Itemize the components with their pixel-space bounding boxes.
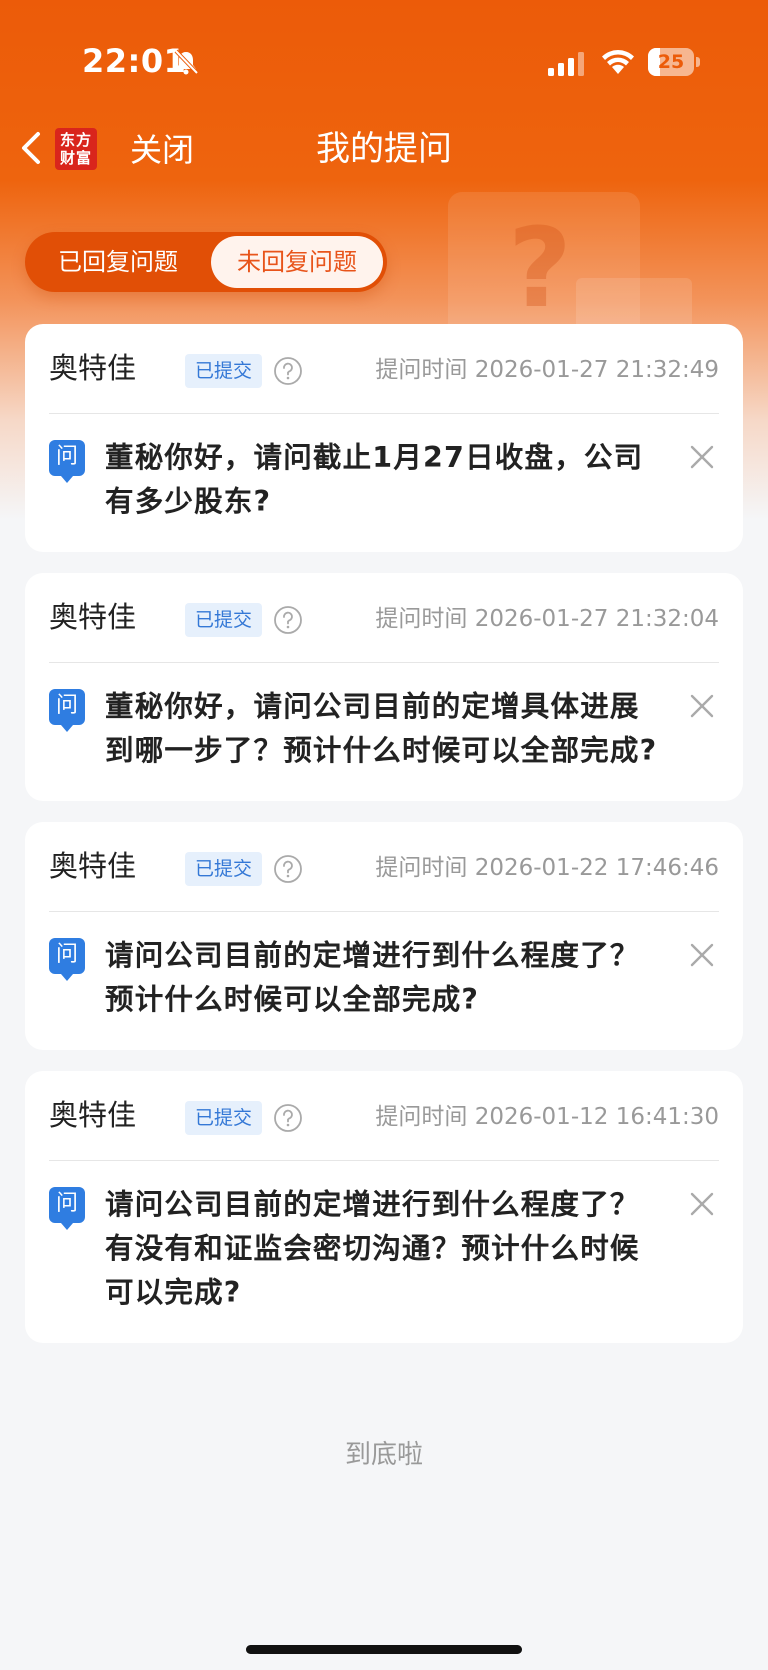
question-time: 提问时间 2026-01-27 21:32:04 <box>375 606 719 632</box>
help-circle-icon[interactable] <box>273 1103 303 1133</box>
company-name: 奥特佳 <box>49 849 137 883</box>
bell-muted-icon <box>174 49 199 75</box>
question-card: 奥特佳 已提交 提问时间 2026-01-22 17:46:46 问 请问公司目… <box>25 822 743 1050</box>
status-badge: 已提交 <box>185 1101 263 1135</box>
question-text: 董秘你好，请问公司目前的定增具体进展到哪一步了？预计什么时候可以全部完成? <box>105 690 658 767</box>
help-circle-icon[interactable] <box>273 854 303 884</box>
company-name: 奥特佳 <box>49 351 137 385</box>
question-time: 提问时间 2026-01-22 17:46:46 <box>375 855 719 881</box>
question-card: 奥特佳 已提交 提问时间 2026-01-27 21:32:04 问 董秘你好，… <box>25 573 743 801</box>
question-card-header: 奥特佳 已提交 提问时间 2026-01-27 21:32:04 <box>49 573 719 663</box>
wifi-icon <box>602 50 634 74</box>
question-time: 提问时间 2026-01-27 21:32:49 <box>375 357 719 383</box>
question-icon: 问 <box>49 689 85 732</box>
status-badge: 已提交 <box>185 603 263 637</box>
close-icon[interactable] <box>689 1191 715 1217</box>
company-name: 奥特佳 <box>49 1098 137 1132</box>
question-text: 请问公司目前的定增进行到什么程度了？预计什么时候可以全部完成? <box>105 939 640 1016</box>
home-indicator[interactable] <box>246 1645 522 1654</box>
question-body: 问 请问公司目前的定增进行到什么程度了？有没有和证监会密切沟通？预计什么时候可以… <box>49 1161 719 1343</box>
close-icon[interactable] <box>689 444 715 470</box>
tab-unreplied-questions[interactable]: 未回复问题 <box>211 236 383 288</box>
company-name: 奥特佳 <box>49 600 137 634</box>
question-card: 奥特佳 已提交 提问时间 2026-01-27 21:32:49 问 董秘你好，… <box>25 324 743 552</box>
question-text: 董秘你好，请问截止1月27日收盘，公司有多少股东? <box>105 441 644 518</box>
status-badge: 已提交 <box>185 852 263 886</box>
question-card: 奥特佳 已提交 提问时间 2026-01-12 16:41:30 问 请问公司目… <box>25 1071 743 1343</box>
close-icon[interactable] <box>689 942 715 968</box>
tab-replied-questions[interactable]: 已回复问题 <box>25 232 211 292</box>
question-icon: 问 <box>49 938 85 981</box>
question-icon: 问 <box>49 440 85 483</box>
end-of-list-text: 到底啦 <box>344 1440 423 1470</box>
help-circle-icon[interactable] <box>273 356 303 386</box>
battery-percentage: 25 <box>657 51 685 73</box>
status-badge: 已提交 <box>185 354 263 388</box>
status-time: 22:01 <box>82 42 187 80</box>
question-body: 问 请问公司目前的定增进行到什么程度了？预计什么时候可以全部完成? <box>49 912 719 1050</box>
question-card-header: 奥特佳 已提交 提问时间 2026-01-12 16:41:30 <box>49 1071 719 1161</box>
page-title: 我的提问 <box>316 129 452 169</box>
help-circle-icon[interactable] <box>273 605 303 635</box>
question-card-header: 奥特佳 已提交 提问时间 2026-01-22 17:46:46 <box>49 822 719 912</box>
close-icon[interactable] <box>689 693 715 719</box>
question-text: 请问公司目前的定增进行到什么程度了？有没有和证监会密切沟通？预计什么时候可以完成… <box>105 1188 640 1309</box>
question-body: 问 董秘你好，请问公司目前的定增具体进展到哪一步了？预计什么时候可以全部完成? <box>49 663 719 801</box>
status-bar: 22:01 25 <box>0 0 768 110</box>
cellular-signal-icon <box>548 52 584 76</box>
question-time: 提问时间 2026-01-12 16:41:30 <box>375 1104 719 1130</box>
question-list: 奥特佳 已提交 提问时间 2026-01-27 21:32:49 问 董秘你好，… <box>25 324 743 1364</box>
question-card-header: 奥特佳 已提交 提问时间 2026-01-27 21:32:49 <box>49 324 719 414</box>
question-body: 问 董秘你好，请问截止1月27日收盘，公司有多少股东? <box>49 414 719 552</box>
question-icon: 问 <box>49 1187 85 1230</box>
battery-indicator: 25 <box>648 48 700 76</box>
question-tabs: 已回复问题 未回复问题 <box>25 232 387 292</box>
